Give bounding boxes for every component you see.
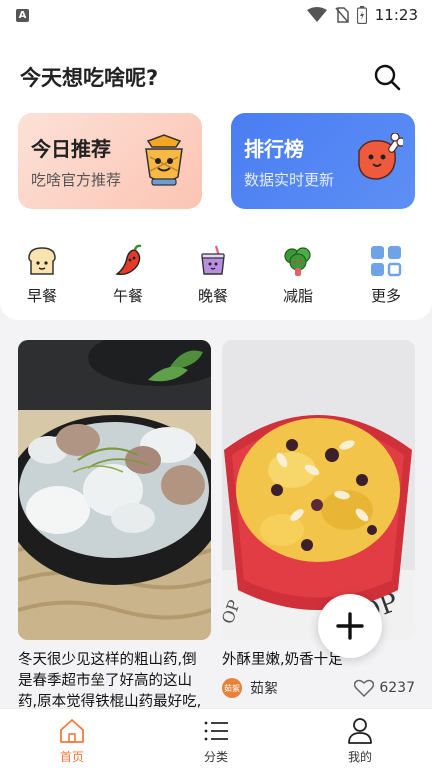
yam-pork-rib-soup-image	[18, 340, 211, 640]
nav-home-label: 首页	[59, 750, 84, 764]
today-recommend-title: 今日推荐	[31, 137, 111, 161]
nav-category-label: 分类	[203, 750, 228, 764]
ranking-title: 排行榜	[244, 137, 304, 161]
page-title: 今天想吃啥呢?	[20, 66, 159, 90]
status-left: A	[16, 8, 29, 22]
category-breakfast-label: 早餐	[26, 287, 57, 305]
category-dinner-label: 晚餐	[197, 287, 228, 305]
category-more[interactable]: 更多	[356, 244, 416, 306]
battery-charging-icon	[356, 6, 367, 24]
ranking-card[interactable]: 排行榜 数据实时更新	[231, 113, 415, 209]
status-bar: A 11:23	[0, 0, 432, 30]
chili-icon	[115, 244, 142, 276]
home-icon	[60, 719, 84, 743]
ranking-subtitle: 数据实时更新	[244, 171, 335, 189]
drink-cup-icon	[201, 245, 225, 275]
bread-pudding-image: HOP OP	[222, 340, 415, 640]
feed-card-left[interactable]: 冬天很少见这样的粗山药,倒是春季超市垒了好高的这山药,原本觉得铁棍山药最好吃,吃…	[18, 340, 211, 718]
bottom-nav: 首页 分类 我的	[0, 708, 432, 768]
heart-icon	[354, 679, 375, 697]
broccoli-icon	[284, 247, 311, 276]
grid-more-icon	[371, 246, 402, 277]
nav-home[interactable]: 首页	[37, 717, 107, 765]
category-fatloss-label: 减脂	[282, 287, 313, 305]
category-row: 早餐 午餐 晚餐 减脂 更多	[0, 244, 432, 314]
add-post-button[interactable]	[318, 594, 382, 658]
nav-profile-label: 我的	[347, 750, 372, 764]
nav-profile[interactable]: 我的	[325, 717, 395, 765]
feed-right-meta: 茹絮 茹絮 6237	[222, 676, 415, 700]
like-count: 6237	[379, 680, 415, 696]
user-icon	[348, 718, 372, 744]
app-notification-icon: A	[16, 8, 29, 22]
plus-icon	[336, 612, 364, 640]
meat-illustration	[358, 133, 403, 180]
search-icon[interactable]	[372, 62, 402, 92]
status-right: 11:23	[306, 6, 418, 24]
category-lunch-label: 午餐	[112, 287, 143, 305]
top-panel: 今天想吃啥呢? 今日推荐 吃啥官方推荐 排行榜 数据实时更新 早餐 午餐 晚餐 …	[0, 30, 432, 320]
list-icon	[204, 721, 228, 741]
category-more-label: 更多	[370, 287, 401, 305]
no-sim-icon	[335, 7, 349, 23]
avatar[interactable]: 茹絮	[222, 678, 242, 698]
status-time: 11:23	[374, 6, 418, 24]
author-name[interactable]: 茹絮	[250, 678, 278, 698]
category-lunch[interactable]: 午餐	[98, 244, 158, 306]
category-dinner[interactable]: 晚餐	[183, 244, 243, 306]
wifi-icon	[306, 7, 327, 22]
food-bowl-illustration	[145, 134, 183, 186]
category-breakfast[interactable]: 早餐	[12, 244, 72, 306]
category-fatloss[interactable]: 减脂	[268, 244, 328, 306]
nav-category[interactable]: 分类	[181, 717, 251, 765]
today-recommend-card[interactable]: 今日推荐 吃啥官方推荐	[18, 113, 202, 209]
bread-icon	[28, 247, 56, 275]
feed-card-right[interactable]: HOP OP 外酥里嫩,奶香十足 茹絮 茹絮 6237	[222, 340, 415, 710]
like-button[interactable]: 6237	[354, 679, 415, 697]
today-recommend-subtitle: 吃啥官方推荐	[31, 171, 122, 189]
